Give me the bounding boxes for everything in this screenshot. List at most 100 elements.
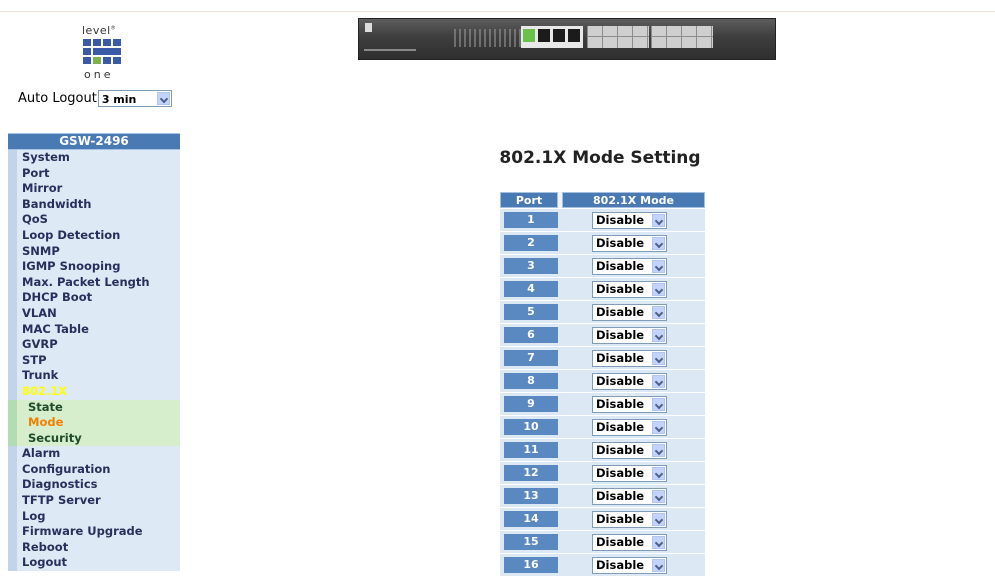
port-number: 10 bbox=[504, 419, 558, 435]
chevron-down-icon[interactable] bbox=[652, 282, 665, 296]
mode-select[interactable]: Disable bbox=[592, 533, 667, 551]
mode-select-value: Disable bbox=[596, 534, 645, 549]
table-header: Port 802.1X Mode bbox=[500, 192, 705, 208]
chevron-down-icon[interactable] bbox=[652, 213, 665, 227]
sidebar-item-snmp[interactable]: SNMP bbox=[8, 243, 180, 260]
table-row: 3 Disable bbox=[500, 255, 705, 277]
mode-select[interactable]: Disable bbox=[592, 395, 667, 413]
levelone-logo: level® one bbox=[78, 24, 130, 84]
chevron-down-icon[interactable] bbox=[652, 236, 665, 250]
mode-select[interactable]: Disable bbox=[592, 280, 667, 298]
chevron-down-icon[interactable] bbox=[652, 489, 665, 503]
chevron-down-icon[interactable] bbox=[652, 420, 665, 434]
sidebar-item-dhcp-boot[interactable]: DHCP Boot bbox=[8, 290, 180, 306]
table-row: 1 Disable bbox=[500, 209, 705, 231]
port-number: 14 bbox=[504, 511, 558, 527]
table-row: 13 Disable bbox=[500, 485, 705, 507]
chevron-down-icon[interactable] bbox=[652, 259, 665, 273]
mode-select[interactable]: Disable bbox=[592, 441, 667, 459]
sidebar-item-tftp-server[interactable]: TFTP Server bbox=[8, 493, 180, 509]
sidebar-item-loop-detection[interactable]: Loop Detection bbox=[8, 227, 180, 244]
page-title: 802.1X Mode Setting bbox=[499, 148, 701, 168]
mode-select[interactable]: Disable bbox=[592, 257, 667, 275]
port-number: 16 bbox=[504, 557, 558, 573]
panel-leds bbox=[454, 29, 524, 47]
sidebar-item-state[interactable]: State bbox=[8, 399, 180, 416]
sidebar-item-port[interactable]: Port bbox=[8, 165, 180, 182]
mode-select[interactable]: Disable bbox=[592, 487, 667, 505]
mode-select[interactable]: Disable bbox=[592, 556, 667, 574]
table-row: 2 Disable bbox=[500, 232, 705, 254]
sidebar-item-alarm[interactable]: Alarm bbox=[8, 446, 180, 462]
table-row: 10 Disable bbox=[500, 416, 705, 438]
table-row: 11 Disable bbox=[500, 439, 705, 461]
sidebar-item-log[interactable]: Log bbox=[8, 508, 180, 525]
sidebar-item-qos[interactable]: QoS bbox=[8, 212, 180, 228]
sidebar-item-reboot[interactable]: Reboot bbox=[8, 539, 180, 556]
port-number: 6 bbox=[504, 327, 558, 343]
table-row: 15 Disable bbox=[500, 531, 705, 553]
mode-select[interactable]: Disable bbox=[592, 372, 667, 390]
table-row: 4 Disable bbox=[500, 278, 705, 300]
mode-select-value: Disable bbox=[596, 557, 645, 572]
sidebar-item-max-packet-length[interactable]: Max. Packet Length bbox=[8, 274, 180, 291]
sidebar-item-configuration[interactable]: Configuration bbox=[8, 461, 180, 478]
chevron-down-icon[interactable] bbox=[652, 558, 665, 572]
mode-select[interactable]: Disable bbox=[592, 234, 667, 252]
chevron-down-icon[interactable] bbox=[652, 512, 665, 526]
chevron-down-icon[interactable] bbox=[652, 443, 665, 457]
panel-logo-icon bbox=[365, 23, 372, 32]
chevron-down-icon[interactable] bbox=[652, 374, 665, 388]
port-number: 15 bbox=[504, 534, 558, 550]
chevron-down-icon[interactable] bbox=[652, 397, 665, 411]
panel-caption bbox=[364, 49, 416, 51]
mode-select[interactable]: Disable bbox=[592, 418, 667, 436]
chevron-down-icon[interactable] bbox=[652, 535, 665, 549]
logo-text-level: level® bbox=[82, 24, 117, 37]
sidebar-item-mode[interactable]: Mode bbox=[8, 415, 180, 431]
mode-select[interactable]: Disable bbox=[592, 326, 667, 344]
table-row: 6 Disable bbox=[500, 324, 705, 346]
sidebar-item-bandwidth[interactable]: Bandwidth bbox=[8, 196, 180, 213]
sidebar-item-vlan[interactable]: VLAN bbox=[8, 305, 180, 322]
mode-cell: Disable bbox=[562, 554, 705, 576]
mode-cell: Disable bbox=[562, 347, 705, 369]
panel-ports-group-3 bbox=[651, 26, 713, 48]
sidebar-item-firmware-upgrade[interactable]: Firmware Upgrade bbox=[8, 524, 180, 540]
chevron-down-icon[interactable] bbox=[652, 305, 665, 319]
sidebar-item-stp[interactable]: STP bbox=[8, 352, 180, 369]
sidebar-item-802-1x[interactable]: 802.1X bbox=[8, 383, 180, 400]
port-number: 7 bbox=[504, 350, 558, 366]
sidebar-item-logout[interactable]: Logout bbox=[8, 555, 180, 572]
column-header-mode: 802.1X Mode bbox=[562, 192, 705, 208]
sidebar-item-system[interactable]: System bbox=[8, 150, 180, 166]
chevron-down-icon[interactable] bbox=[652, 328, 665, 342]
mode-select[interactable]: Disable bbox=[592, 349, 667, 367]
chevron-down-icon[interactable] bbox=[652, 466, 665, 480]
table-row: 16 Disable bbox=[500, 554, 705, 576]
sidebar-item-mac-table[interactable]: MAC Table bbox=[8, 321, 180, 338]
mode-cell: Disable bbox=[562, 531, 705, 553]
port-cell: 7 bbox=[500, 347, 558, 369]
mode-select-value: Disable bbox=[596, 465, 645, 480]
mode-table: Port 802.1X Mode 1 Disable 2 Disable 3 Disabl… bbox=[500, 192, 705, 577]
sidebar-item-gvrp[interactable]: GVRP bbox=[8, 337, 180, 353]
mode-cell: Disable bbox=[562, 393, 705, 415]
mode-select-value: Disable bbox=[596, 511, 645, 526]
chevron-down-icon[interactable] bbox=[652, 351, 665, 365]
auto-logout-select[interactable]: 3 min bbox=[97, 90, 172, 107]
mode-select[interactable]: Disable bbox=[592, 510, 667, 528]
mode-select[interactable]: Disable bbox=[592, 211, 667, 229]
sidebar-item-security[interactable]: Security bbox=[8, 430, 180, 447]
logo-text-one: one bbox=[84, 68, 114, 81]
sidebar-item-diagnostics[interactable]: Diagnostics bbox=[8, 477, 180, 494]
table-body: 1 Disable 2 Disable 3 Disable 4 Disable 5 Disable… bbox=[500, 209, 705, 576]
sidebar-item-igmp-snooping[interactable]: IGMP Snooping bbox=[8, 259, 180, 275]
sidebar-item-trunk[interactable]: Trunk bbox=[8, 368, 180, 384]
mode-select[interactable]: Disable bbox=[592, 464, 667, 482]
chevron-down-icon[interactable] bbox=[156, 92, 170, 105]
port-cell: 8 bbox=[500, 370, 558, 392]
port-number: 8 bbox=[504, 373, 558, 389]
sidebar-item-mirror[interactable]: Mirror bbox=[8, 181, 180, 197]
mode-select[interactable]: Disable bbox=[592, 303, 667, 321]
